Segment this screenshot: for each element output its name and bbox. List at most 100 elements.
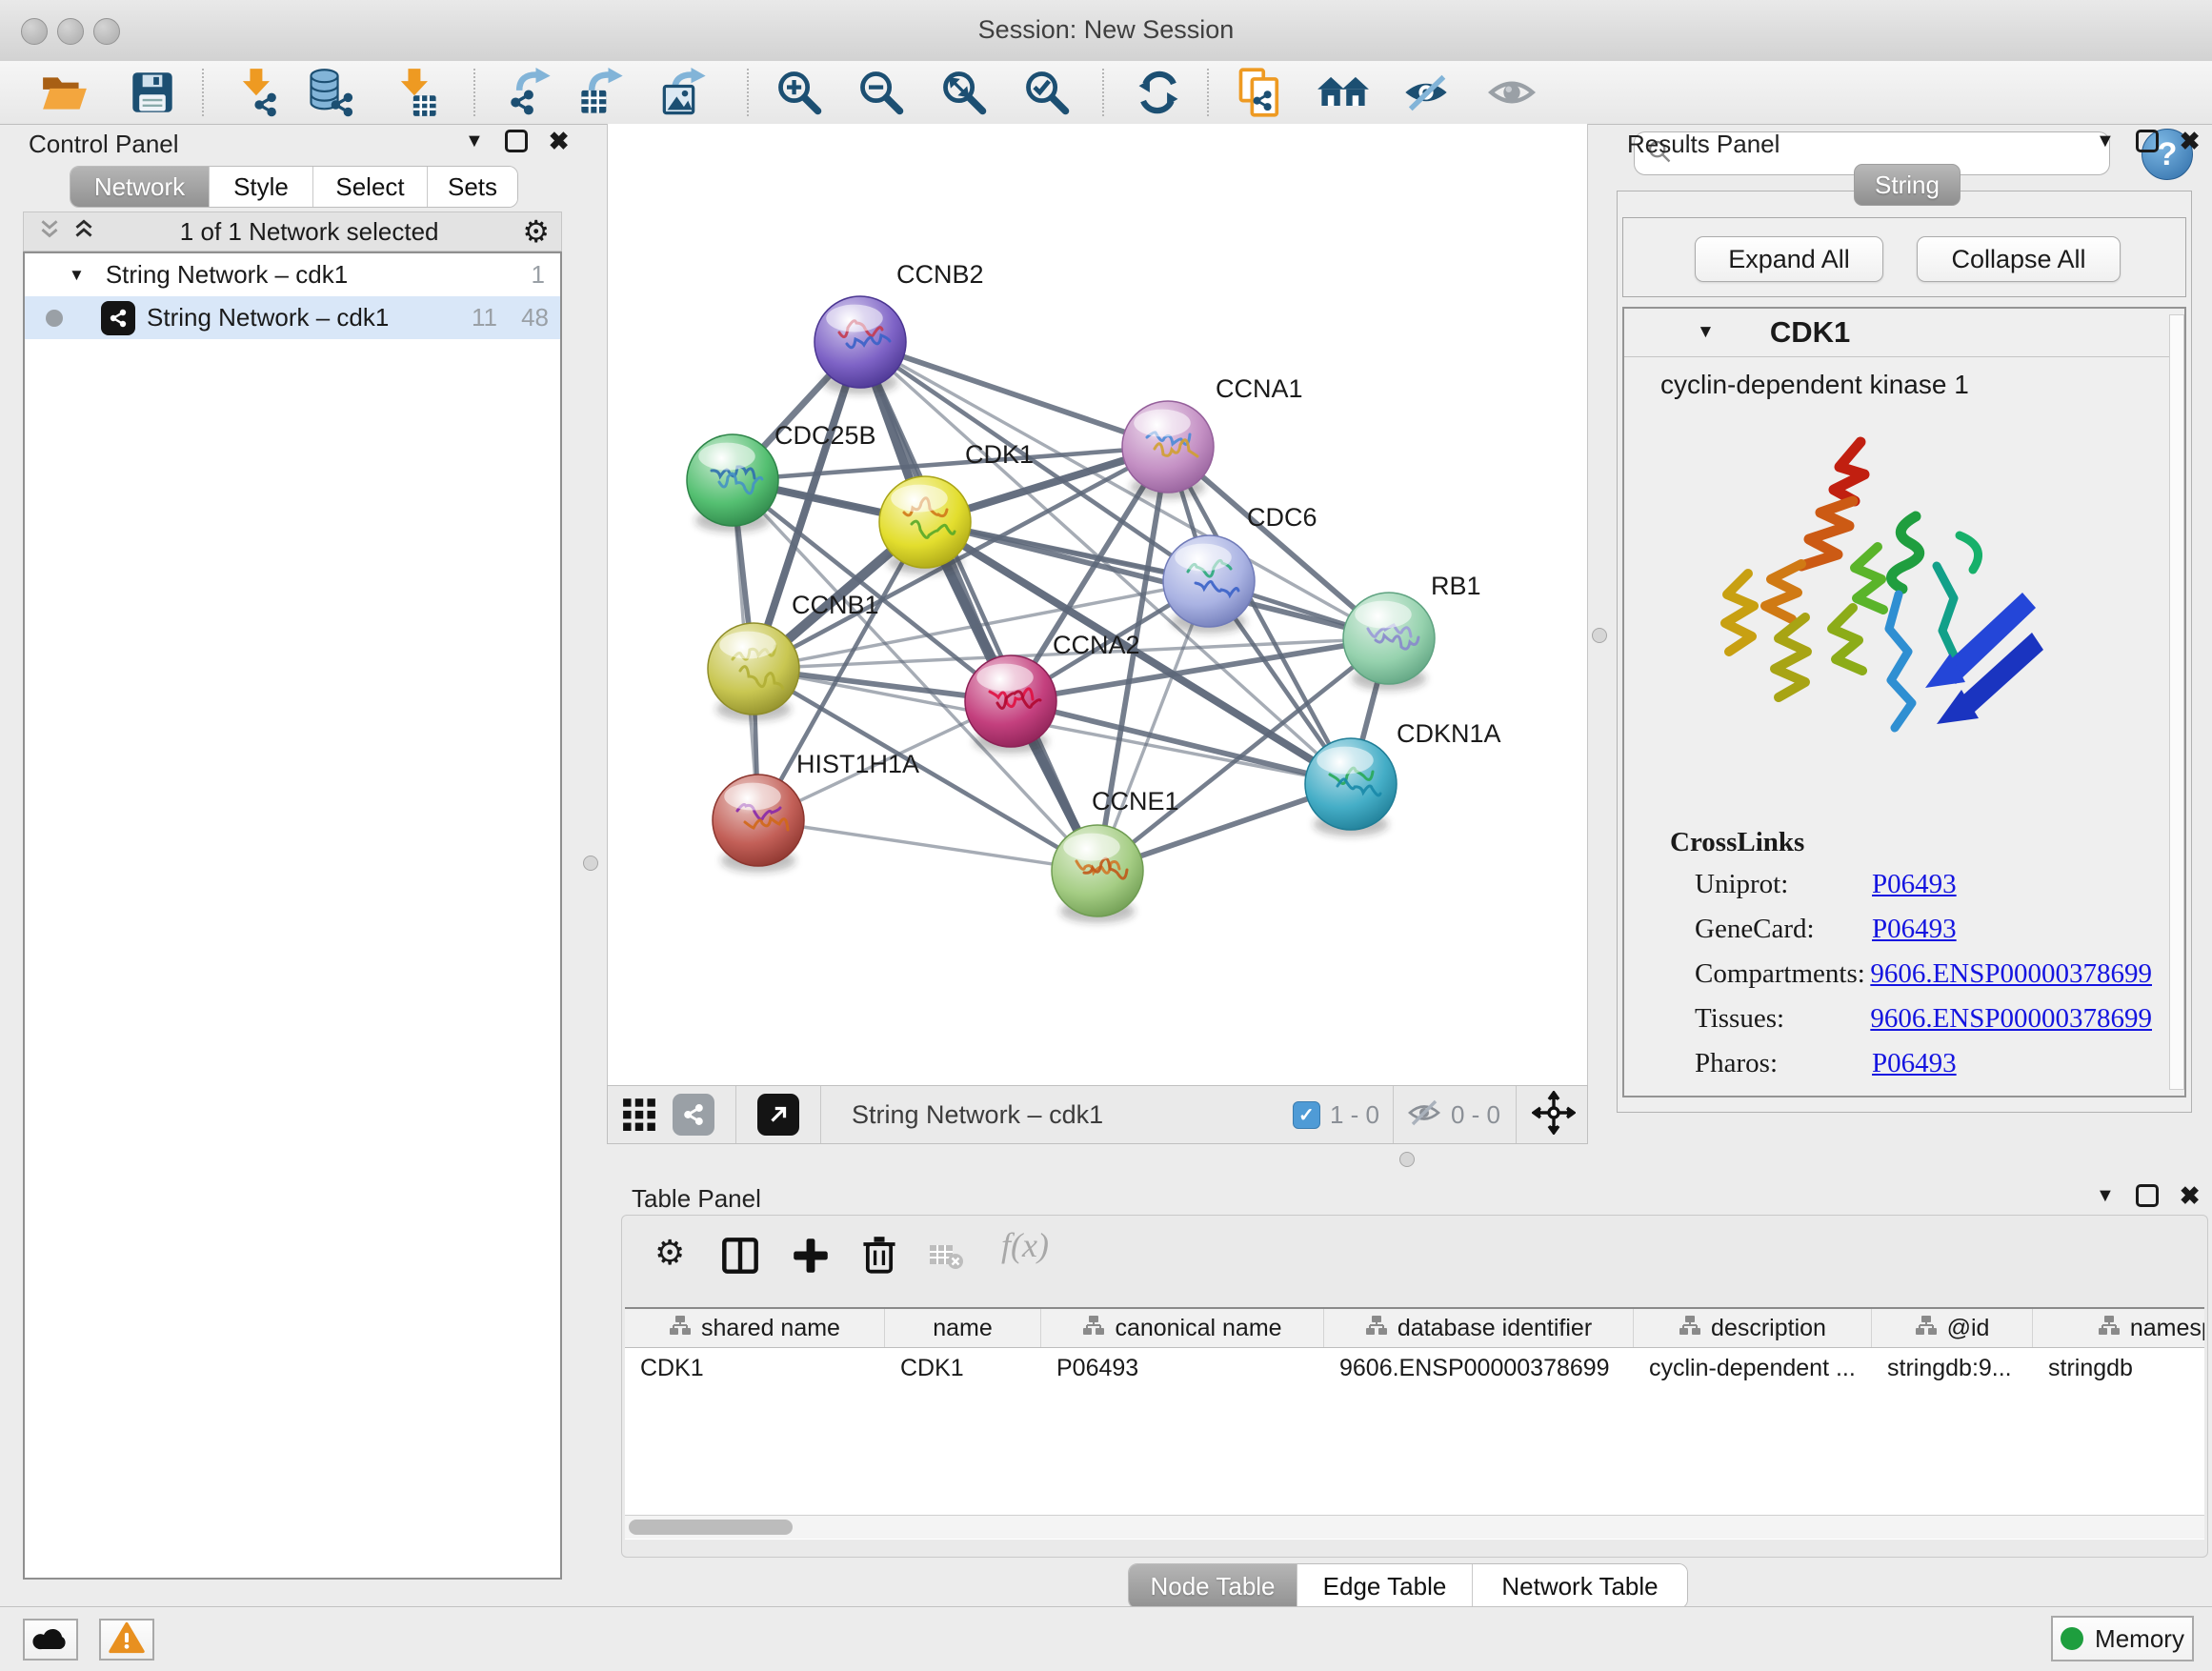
network-view-label: String Network – cdk1 xyxy=(147,303,389,332)
crosslink-label: Pharos: xyxy=(1695,1048,1872,1079)
table-panel-title: Table Panel xyxy=(632,1184,761,1214)
table-settings-gear-icon[interactable]: ⚙ xyxy=(654,1233,685,1273)
panel-float-icon[interactable] xyxy=(2136,1184,2159,1207)
results-scrollbar[interactable] xyxy=(2169,314,2184,1090)
tab-network[interactable]: Network xyxy=(70,167,210,207)
gear-icon[interactable]: ⚙ xyxy=(522,213,550,250)
import-database-icon[interactable] xyxy=(304,66,357,119)
expand-all-button[interactable]: Expand All xyxy=(1695,236,1883,282)
panel-float-icon[interactable] xyxy=(2136,130,2159,152)
network-edge[interactable] xyxy=(860,342,1168,447)
tab-node-table[interactable]: Node Table xyxy=(1129,1564,1297,1608)
zoom-selected-icon[interactable] xyxy=(1020,66,1074,119)
crosslink-value-link[interactable]: P06493 xyxy=(1872,869,1957,900)
eye-gray-icon[interactable] xyxy=(1485,66,1538,119)
panel-float-icon[interactable] xyxy=(505,130,528,152)
show-columns-icon[interactable] xyxy=(721,1237,759,1279)
network-edge[interactable] xyxy=(758,820,1097,871)
panel-dropdown-icon[interactable]: ▼ xyxy=(465,131,484,152)
crosslink-value-link[interactable]: P06493 xyxy=(1872,1048,1957,1079)
share-view-icon[interactable] xyxy=(673,1094,714,1136)
left-splitter-handle[interactable] xyxy=(583,856,598,871)
export-network-icon[interactable] xyxy=(503,66,556,119)
tab-string[interactable]: String xyxy=(1854,164,1961,206)
node-label: CDK1 xyxy=(965,440,1034,469)
column-header-@id[interactable]: @id xyxy=(1872,1309,2033,1347)
table-cell[interactable]: P06493 xyxy=(1041,1355,1324,1382)
crosslink-value-link[interactable]: P06493 xyxy=(1872,914,1957,945)
table-cell[interactable]: 9606.ENSP00000378699 xyxy=(1324,1355,1634,1382)
network-node-ccnb1[interactable]: CCNB1 xyxy=(708,591,879,721)
network-tree-item[interactable]: ▼ String Network – cdk1 1 xyxy=(25,253,560,296)
panel-dropdown-icon[interactable]: ▼ xyxy=(2096,131,2115,152)
save-icon[interactable] xyxy=(126,66,179,119)
tab-select[interactable]: Select xyxy=(313,167,428,207)
table-header-row: shared name name canonical namedatabase id… xyxy=(625,1309,2204,1348)
export-image-icon[interactable] xyxy=(658,66,712,119)
eye-slash-icon[interactable] xyxy=(1399,66,1453,119)
panel-close-icon[interactable]: ✖ xyxy=(549,131,570,151)
zoom-fit-icon[interactable] xyxy=(937,66,991,119)
tab-sets[interactable]: Sets xyxy=(428,167,517,207)
table-row[interactable]: CDK1CDK1P064939606.ENSP00000378699cyclin… xyxy=(625,1348,2204,1388)
export-table-icon[interactable] xyxy=(575,66,629,119)
collapse-all-chevron-icon[interactable] xyxy=(37,217,62,247)
panel-close-icon[interactable]: ✖ xyxy=(2180,131,2201,151)
network-node-hist1h1a[interactable]: HIST1H1A xyxy=(713,750,919,873)
table-cell[interactable]: cyclin-dependent ... xyxy=(1634,1355,1872,1382)
selected-checkbox-icon[interactable]: ✓ xyxy=(1293,1101,1320,1129)
column-header-canonical-name[interactable]: canonical name xyxy=(1041,1309,1324,1347)
column-label: name xyxy=(933,1315,993,1342)
node-count: 11 xyxy=(472,303,497,332)
zoom-out-icon[interactable] xyxy=(855,66,908,119)
crosslink-value-link[interactable]: 9606.ENSP00000378699 xyxy=(1870,958,2152,990)
table-horizontal-scrollbar[interactable] xyxy=(625,1515,2204,1539)
network-canvas[interactable]: CCNB2 CCNA1 CDC25B CDK1 CDC6 RB1 CCNB1 xyxy=(607,124,1588,1085)
network-tree-item[interactable]: String Network – cdk1 11 48 xyxy=(25,296,560,339)
crosslink-value-link[interactable]: 9606.ENSP00000378699 xyxy=(1870,1003,2152,1035)
scrollbar-thumb[interactable] xyxy=(629,1520,793,1535)
panel-dropdown-icon[interactable]: ▼ xyxy=(2096,1185,2115,1207)
table-cell[interactable]: CDK1 xyxy=(885,1355,1041,1382)
delete-column-trash-icon[interactable] xyxy=(860,1235,898,1279)
home-icon[interactable] xyxy=(1317,66,1370,119)
warning-button[interactable] xyxy=(99,1619,154,1661)
table-cell[interactable]: stringdb:9... xyxy=(1872,1355,2033,1382)
import-network-icon[interactable] xyxy=(231,66,284,119)
tab-network-table[interactable]: Network Table xyxy=(1473,1564,1687,1608)
network-node-ccna1[interactable]: CCNA1 xyxy=(1122,374,1303,499)
import-table-icon[interactable] xyxy=(389,66,442,119)
panel-close-icon[interactable]: ✖ xyxy=(2180,1186,2201,1205)
zoom-in-icon[interactable] xyxy=(773,66,826,119)
add-column-icon[interactable] xyxy=(792,1237,830,1279)
collapse-all-button[interactable]: Collapse All xyxy=(1917,236,2121,282)
right-splitter-handle[interactable] xyxy=(1592,628,1607,643)
node-table[interactable]: shared name name canonical namedatabase id… xyxy=(625,1307,2204,1540)
memory-button[interactable]: Memory xyxy=(2051,1616,2194,1661)
grid-view-icon[interactable] xyxy=(621,1095,657,1136)
column-header-shared-name[interactable]: shared name xyxy=(625,1309,885,1347)
cloud-button[interactable] xyxy=(23,1619,78,1661)
fit-content-crosshair-icon[interactable] xyxy=(1532,1091,1576,1139)
column-header-database-identifier[interactable]: database identifier xyxy=(1324,1309,1634,1347)
expand-all-chevron-icon[interactable] xyxy=(71,217,96,247)
column-type-icon xyxy=(1365,1315,1388,1342)
table-cell[interactable]: stringdb xyxy=(2033,1355,2204,1382)
column-header-description[interactable]: description xyxy=(1634,1309,1872,1347)
tab-edge-table[interactable]: Edge Table xyxy=(1297,1564,1473,1608)
toolbar-separator xyxy=(1102,69,1104,116)
open-icon[interactable] xyxy=(38,66,91,119)
column-header-namespace[interactable]: namespace xyxy=(2033,1309,2204,1347)
tab-style[interactable]: Style xyxy=(210,167,313,207)
horizontal-splitter-handle[interactable] xyxy=(1399,1152,1415,1167)
copy-document-icon[interactable] xyxy=(1234,66,1287,119)
collapse-section-icon[interactable]: ▼ xyxy=(1697,322,1715,343)
refresh-icon[interactable] xyxy=(1132,66,1185,119)
network-node-rb1[interactable]: RB1 xyxy=(1343,572,1481,691)
network-node-cdkn1a[interactable]: CDKN1A xyxy=(1305,719,1501,836)
hidden-eye-slash-icon[interactable] xyxy=(1407,1098,1441,1132)
detach-view-icon[interactable] xyxy=(757,1094,799,1136)
disclosure-triangle-icon[interactable]: ▼ xyxy=(69,266,85,285)
table-cell[interactable]: CDK1 xyxy=(625,1355,885,1382)
column-header-name[interactable]: name xyxy=(885,1309,1041,1347)
